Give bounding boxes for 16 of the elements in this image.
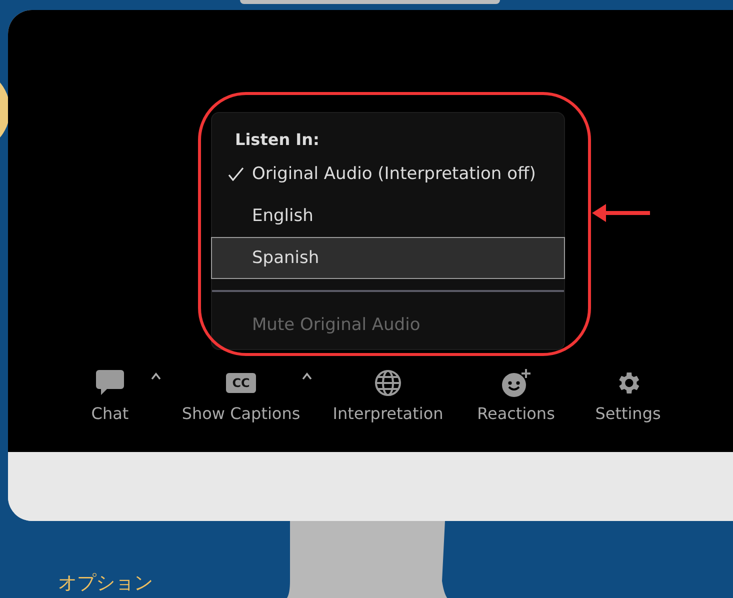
- menu-item[interactable]: Original Audio (Interpretation off): [211, 153, 565, 195]
- smiley-plus-icon: [500, 368, 532, 398]
- toolbar-button[interactable]: CC Show Captions: [172, 368, 310, 423]
- speech-bubble-icon: [95, 369, 125, 397]
- toolbar-button[interactable]: Chat: [48, 368, 172, 423]
- menu-title: Listen In:: [234, 129, 320, 151]
- caret-icon[interactable]: [301, 372, 313, 380]
- toolbar-button[interactable]: Interpretation: [310, 368, 466, 423]
- globe-icon: [374, 369, 402, 397]
- captions-icon: CC: [226, 373, 256, 393]
- toolbar-button[interactable]: Reactions: [466, 368, 566, 423]
- toolbar-button[interactable]: Settings: [566, 368, 690, 423]
- menu-item[interactable]: Spanish: [211, 237, 565, 279]
- caption-text: オプション: [58, 572, 153, 594]
- menu-item[interactable]: English: [211, 195, 565, 237]
- caret-icon[interactable]: [150, 372, 162, 380]
